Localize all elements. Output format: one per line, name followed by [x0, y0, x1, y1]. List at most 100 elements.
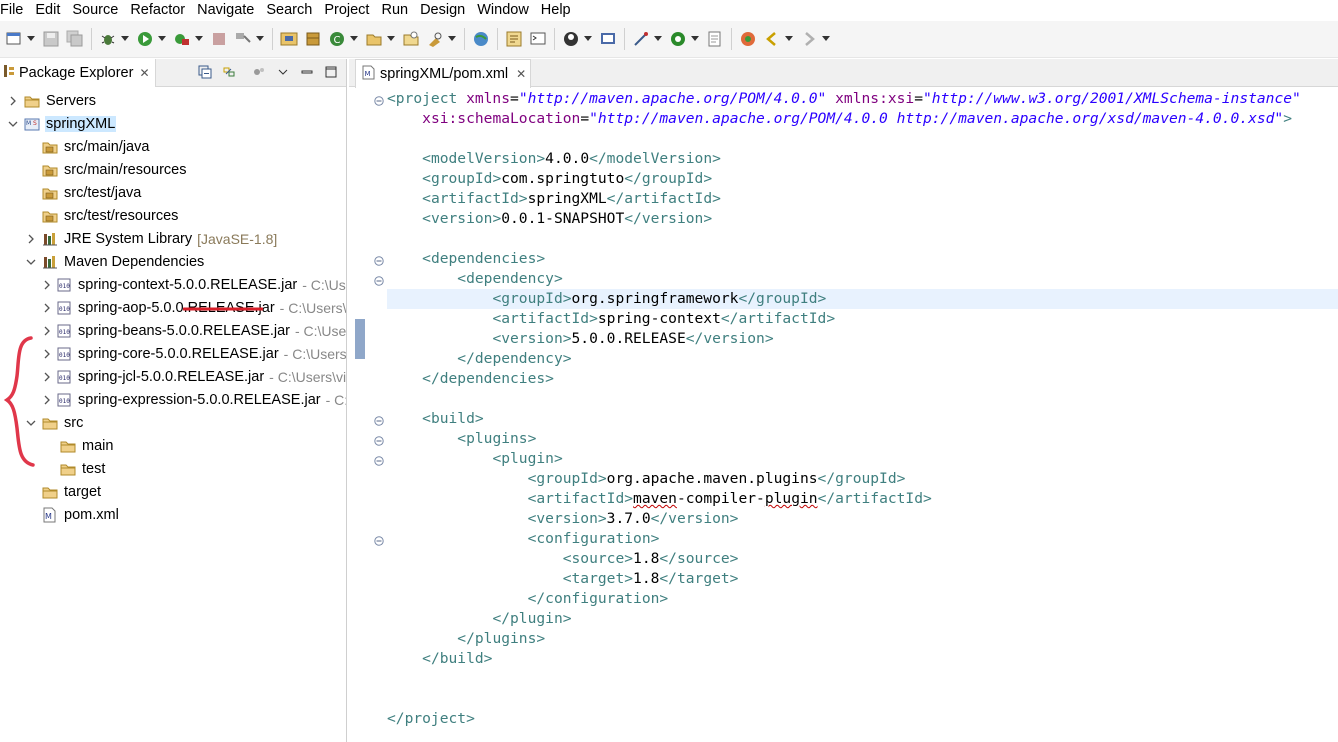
menu-run[interactable]: Run	[381, 2, 414, 18]
chevron-right-icon[interactable]	[24, 232, 38, 246]
fold-toggle-icon[interactable]	[374, 254, 384, 266]
menu-source[interactable]: Source	[72, 2, 124, 18]
chevron-right-icon[interactable]	[42, 347, 52, 361]
tree-item[interactable]: 010 spring-core-5.0.0.RELEASE.jar - C:\Use…	[0, 342, 346, 365]
chevron-down-icon[interactable]	[690, 29, 700, 49]
tree-item[interactable]: Maven Dependencies	[0, 250, 346, 273]
menu-navigate[interactable]: Navigate	[197, 2, 260, 18]
chevron-right-icon[interactable]	[6, 94, 20, 108]
chevron-down-icon[interactable]	[653, 29, 663, 49]
menu-project[interactable]: Project	[324, 2, 375, 18]
tab-pom-xml[interactable]: M springXML/pom.xml ✕	[355, 59, 531, 88]
save-all-icon[interactable]	[65, 29, 85, 49]
editor-tab-label: springXML/pom.xml	[380, 66, 509, 82]
open-type-icon[interactable]	[364, 29, 384, 49]
tree-item[interactable]: target	[0, 480, 346, 503]
chevron-down-icon[interactable]	[386, 29, 396, 49]
menu-edit[interactable]: Edit	[35, 2, 66, 18]
chevron-down-icon[interactable]	[255, 29, 265, 49]
menu-search[interactable]: Search	[266, 2, 318, 18]
chevron-down-icon[interactable]	[784, 29, 794, 49]
chevron-down-icon[interactable]	[26, 29, 36, 49]
save-icon[interactable]	[41, 29, 61, 49]
chevron-down-icon[interactable]	[194, 29, 204, 49]
menu-window[interactable]: Window	[477, 2, 535, 18]
chevron-right-icon[interactable]	[42, 301, 52, 315]
maximize-icon[interactable]	[322, 63, 340, 81]
chevron-down-icon[interactable]	[24, 255, 38, 269]
console-icon[interactable]	[528, 29, 548, 49]
tree-item[interactable]: 010 spring-aop-5.0.0.RELEASE.jar - C:\User…	[0, 296, 346, 319]
chevron-right-icon[interactable]	[42, 370, 52, 384]
minimize-icon[interactable]	[298, 63, 316, 81]
menu-refactor[interactable]: Refactor	[130, 2, 191, 18]
fold-toggle-icon[interactable]	[374, 94, 384, 106]
open-task-icon[interactable]	[401, 29, 421, 49]
search-icon[interactable]	[425, 29, 445, 49]
open-perspective-icon[interactable]	[504, 29, 524, 49]
pin-icon[interactable]	[561, 29, 581, 49]
tree-item[interactable]: Mpom.xml	[0, 503, 346, 526]
coverage-icon[interactable]	[172, 29, 192, 49]
new-package-icon[interactable]	[303, 29, 323, 49]
chevron-down-icon[interactable]	[821, 29, 831, 49]
chevron-right-icon[interactable]	[42, 278, 52, 292]
tree-item[interactable]: 010 spring-expression-5.0.0.RELEASE.jar - …	[0, 388, 346, 411]
tree-item[interactable]: src	[0, 411, 346, 434]
tree-item[interactable]: Servers	[0, 89, 346, 112]
menu-design[interactable]: Design	[420, 2, 471, 18]
last-edit-icon[interactable]	[738, 29, 758, 49]
new-class-icon[interactable]: C	[327, 29, 347, 49]
stop-icon[interactable]	[209, 29, 229, 49]
tree-item[interactable]: M SspringXML	[0, 112, 346, 135]
external-tools-icon[interactable]	[233, 29, 253, 49]
debug-icon[interactable]	[98, 29, 118, 49]
fold-toggle-icon[interactable]	[374, 434, 384, 446]
chevron-down-icon[interactable]	[447, 29, 457, 49]
tree-item[interactable]: test	[0, 457, 346, 480]
next-annotation-icon[interactable]	[668, 29, 688, 49]
fold-toggle-icon[interactable]	[374, 414, 384, 426]
prev-annotation-icon[interactable]	[705, 29, 725, 49]
new-java-project-icon[interactable]	[279, 29, 299, 49]
browser-icon[interactable]	[471, 29, 491, 49]
spring-icon[interactable]	[598, 29, 618, 49]
tab-package-explorer[interactable]: Package Explorer ✕	[0, 59, 156, 87]
tree-item[interactable]: JRE System Library [JavaSE-1.8]	[0, 227, 346, 250]
close-icon[interactable]: ✕	[516, 67, 526, 81]
code-line: <groupId>org.springframework</groupId>	[387, 289, 1338, 309]
chevron-down-icon[interactable]	[120, 29, 130, 49]
link-with-editor-icon[interactable]	[220, 63, 238, 81]
chevron-right-icon[interactable]	[42, 393, 52, 407]
new-icon[interactable]	[4, 29, 24, 49]
tree-item[interactable]: src/test/java	[0, 181, 346, 204]
close-icon[interactable]: ✕	[139, 66, 149, 80]
chevron-right-icon[interactable]	[42, 324, 52, 338]
back-icon[interactable]	[762, 29, 782, 49]
tree-item[interactable]: src/main/java	[0, 135, 346, 158]
chevron-down-icon[interactable]	[6, 117, 20, 131]
forward-icon[interactable]	[799, 29, 819, 49]
run-icon[interactable]	[135, 29, 155, 49]
tree-item[interactable]: 010 spring-jcl-5.0.0.RELEASE.jar - C:\User…	[0, 365, 346, 388]
menu-file[interactable]: File	[0, 2, 29, 18]
chevron-down-icon[interactable]	[157, 29, 167, 49]
fold-toggle-icon[interactable]	[374, 274, 384, 286]
menu-help[interactable]: Help	[541, 2, 577, 18]
tree-item[interactable]: main	[0, 434, 346, 457]
tree-item[interactable]: src/test/resources	[0, 204, 346, 227]
collapse-all-icon[interactable]	[196, 63, 214, 81]
view-menu-icon[interactable]	[274, 63, 292, 81]
chevron-down-icon[interactable]	[349, 29, 359, 49]
tree-item[interactable]: src/main/resources	[0, 158, 346, 181]
chevron-down-icon[interactable]	[583, 29, 593, 49]
fold-toggle-icon[interactable]	[374, 534, 384, 546]
focus-icon[interactable]	[250, 63, 268, 81]
fold-toggle-icon[interactable]	[374, 454, 384, 466]
tree-item[interactable]: 010 spring-context-5.0.0.RELEASE.jar - C:\…	[0, 273, 346, 296]
code-area[interactable]: <project xmlns="http://maven.apache.org/…	[387, 89, 1338, 742]
annotation-icon[interactable]	[631, 29, 651, 49]
tree-item[interactable]: 010 spring-beans-5.0.0.RELEASE.jar - C:\Us…	[0, 319, 346, 342]
